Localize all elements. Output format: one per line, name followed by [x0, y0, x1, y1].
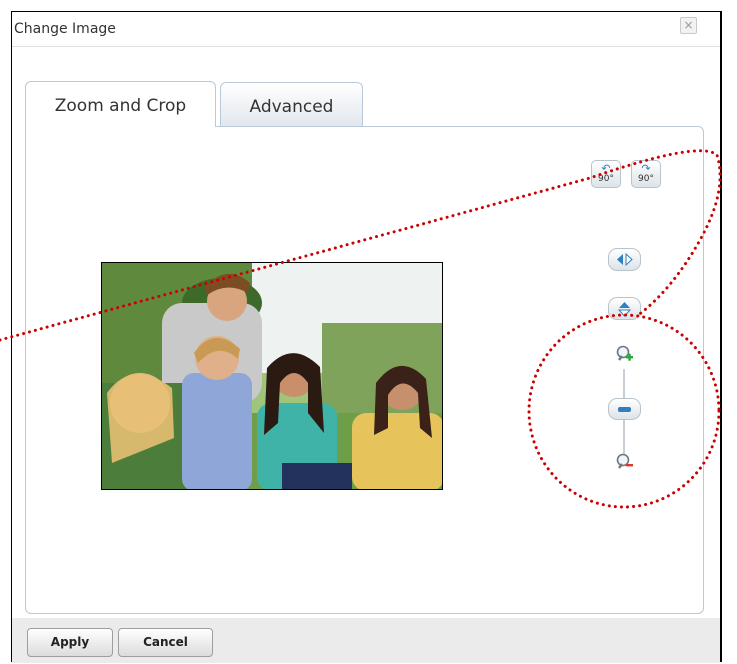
tab-zoom-and-crop[interactable]: Zoom and Crop: [25, 81, 216, 127]
